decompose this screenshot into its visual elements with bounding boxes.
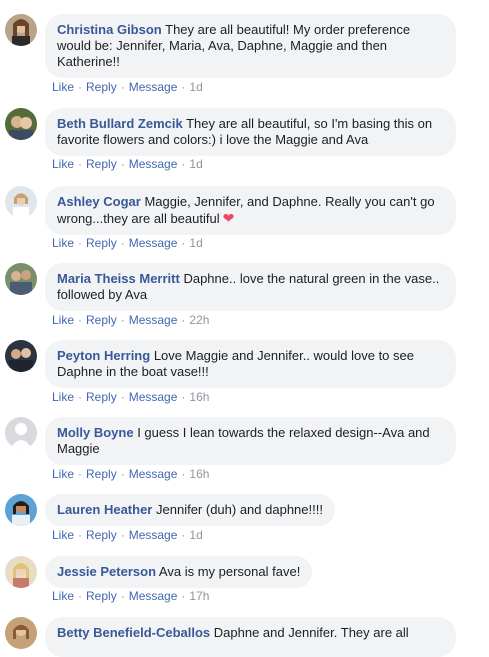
separator: · (78, 390, 83, 404)
message-link[interactable]: Message (129, 528, 178, 542)
comment-actions: Like · Reply · Message · 1d (52, 528, 203, 542)
avatar[interactable] (5, 417, 37, 449)
comment-author[interactable]: Maria Theiss Merritt (57, 271, 180, 286)
comment-bubble: Molly Boyne I guess I lean towards the r… (45, 417, 456, 465)
comment-timestamp[interactable]: 17h (189, 589, 209, 603)
separator: · (120, 390, 125, 404)
separator: · (120, 313, 125, 327)
separator: · (78, 80, 83, 94)
comment-author[interactable]: Jessie Peterson (57, 564, 156, 579)
separator: · (181, 236, 186, 250)
comment-actions: Like · Reply · Message · 1d (52, 80, 203, 94)
comment-timestamp[interactable]: 16h (189, 390, 209, 404)
like-link[interactable]: Like (52, 390, 74, 404)
comment-actions: Like · Reply · Message · 17h (52, 589, 209, 603)
reply-link[interactable]: Reply (86, 528, 117, 542)
reply-link[interactable]: Reply (86, 589, 117, 603)
avatar[interactable] (5, 494, 37, 526)
like-link[interactable]: Like (52, 589, 74, 603)
separator: · (120, 589, 125, 603)
comment-bubble: Betty Benefield-Ceballos Daphne and Jenn… (45, 617, 456, 657)
separator: · (78, 528, 83, 542)
avatar[interactable] (5, 617, 37, 649)
comment-text: Ava is my personal fave! (158, 564, 301, 579)
comment-bubble: Peyton Herring Love Maggie and Jennifer.… (45, 340, 456, 388)
comment-bubble: Christina Gibson They are all beautiful!… (45, 14, 456, 78)
comment-list: Christina Gibson They are all beautiful!… (0, 0, 489, 657)
comment-timestamp[interactable]: 1d (189, 80, 202, 94)
comment-author[interactable]: Ashley Cogar (57, 194, 141, 209)
comment-bubble: Maria Theiss Merritt Daphne.. love the n… (45, 263, 456, 311)
separator: · (181, 589, 186, 603)
like-link[interactable]: Like (52, 313, 74, 327)
comment-timestamp[interactable]: 1d (189, 528, 202, 542)
like-link[interactable]: Like (52, 236, 74, 250)
separator: · (78, 236, 83, 250)
like-link[interactable]: Like (52, 528, 74, 542)
comment-actions: Like · Reply · Message · 16h (52, 467, 209, 481)
separator: · (78, 589, 83, 603)
comment-actions: Like · Reply · Message · 22h (52, 313, 209, 327)
reply-link[interactable]: Reply (86, 313, 117, 327)
separator: · (181, 467, 186, 481)
comment-author[interactable]: Lauren Heather (57, 502, 152, 517)
like-link[interactable]: Like (52, 467, 74, 481)
comment-actions: Like · Reply · Message · 16h (52, 390, 209, 404)
reply-link[interactable]: Reply (86, 390, 117, 404)
comment-timestamp[interactable]: 1d (189, 236, 202, 250)
avatar[interactable] (5, 108, 37, 140)
comment-text: Daphne and Jennifer. They are all (213, 625, 409, 640)
separator: · (78, 467, 83, 481)
avatar[interactable] (5, 14, 37, 46)
message-link[interactable]: Message (129, 236, 178, 250)
comment-bubble: Ashley Cogar Maggie, Jennifer, and Daphn… (45, 186, 456, 235)
message-link[interactable]: Message (129, 157, 178, 171)
reply-link[interactable]: Reply (86, 80, 117, 94)
comment-bubble: Beth Bullard Zemcik They are all beautif… (45, 108, 456, 156)
separator: · (120, 528, 125, 542)
message-link[interactable]: Message (129, 390, 178, 404)
message-link[interactable]: Message (129, 80, 178, 94)
comment-author[interactable]: Christina Gibson (57, 22, 162, 37)
separator: · (120, 467, 125, 481)
comment-timestamp[interactable]: 1d (189, 157, 202, 171)
separator: · (181, 80, 186, 94)
comment-author[interactable]: Molly Boyne (57, 425, 134, 440)
comment-timestamp[interactable]: 16h (189, 467, 209, 481)
separator: · (120, 236, 125, 250)
like-link[interactable]: Like (52, 80, 74, 94)
separator: · (78, 313, 83, 327)
reply-link[interactable]: Reply (86, 467, 117, 481)
comment-author[interactable]: Betty Benefield-Ceballos (57, 625, 210, 640)
separator: · (181, 313, 186, 327)
comment-timestamp[interactable]: 22h (189, 313, 209, 327)
comment-actions: Like · Reply · Message · 1d (52, 157, 203, 171)
like-link[interactable]: Like (52, 157, 74, 171)
heart-emoji-icon: ❤ (222, 210, 235, 226)
avatar[interactable] (5, 556, 37, 588)
message-link[interactable]: Message (129, 313, 178, 327)
separator: · (120, 157, 125, 171)
separator: · (181, 390, 186, 404)
comment-author[interactable]: Beth Bullard Zemcik (57, 116, 183, 131)
avatar[interactable] (5, 186, 37, 218)
comment-bubble: Jessie Peterson Ava is my personal fave! (45, 556, 313, 588)
reply-link[interactable]: Reply (86, 157, 117, 171)
separator: · (181, 157, 186, 171)
avatar[interactable] (5, 263, 37, 295)
comment-actions: Like · Reply · Message · 1d (52, 236, 203, 250)
reply-link[interactable]: Reply (86, 236, 117, 250)
separator: · (78, 157, 83, 171)
separator: · (181, 528, 186, 542)
comment-text: Jennifer (duh) and daphne!!!! (156, 502, 323, 517)
separator: · (120, 80, 125, 94)
comment-bubble: Lauren Heather Jennifer (duh) and daphne… (45, 494, 335, 526)
avatar[interactable] (5, 340, 37, 372)
message-link[interactable]: Message (129, 467, 178, 481)
comment-author[interactable]: Peyton Herring (57, 348, 150, 363)
message-link[interactable]: Message (129, 589, 178, 603)
